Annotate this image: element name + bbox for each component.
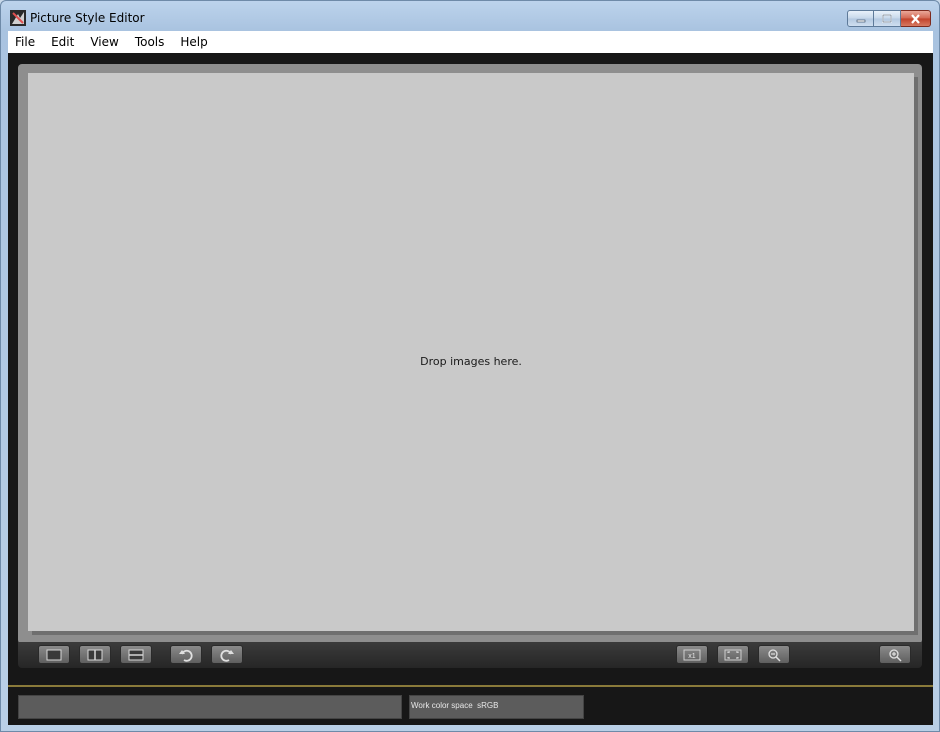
actual-size-icon: x1 bbox=[683, 649, 701, 660]
zoom-out-icon bbox=[768, 648, 781, 662]
zoom-in-button[interactable] bbox=[879, 645, 911, 664]
minimize-icon bbox=[856, 19, 865, 22]
actual-size-label: x1 bbox=[688, 653, 696, 660]
image-viewer-frame: Drop images here. bbox=[18, 64, 922, 644]
single-view-button[interactable] bbox=[38, 645, 70, 664]
image-drop-area[interactable]: Drop images here. bbox=[28, 73, 914, 631]
menu-view[interactable]: View bbox=[83, 35, 126, 49]
zoom-in-icon bbox=[889, 648, 902, 662]
rotate-right-button[interactable] bbox=[211, 645, 243, 664]
color-space-text: Work color space sRGB bbox=[411, 701, 499, 710]
app-window: Picture Style Editor File Edit View Tool… bbox=[0, 0, 940, 732]
top-bottom-view-button[interactable] bbox=[120, 645, 152, 664]
rotate-left-icon bbox=[179, 649, 193, 662]
top-bottom-view-icon bbox=[128, 649, 144, 660]
main-area: Drop images here. x1 Work color space sR… bbox=[8, 53, 933, 725]
title-bar[interactable]: Picture Style Editor bbox=[1, 1, 939, 31]
color-space-field: Work color space sRGB bbox=[409, 695, 584, 719]
side-by-side-view-button[interactable] bbox=[79, 645, 111, 664]
close-button[interactable] bbox=[901, 10, 931, 27]
menu-help[interactable]: Help bbox=[173, 35, 215, 49]
actual-size-button[interactable]: x1 bbox=[676, 645, 708, 664]
minimize-button[interactable] bbox=[847, 10, 874, 27]
menu-tools[interactable]: Tools bbox=[128, 35, 173, 49]
close-icon bbox=[911, 13, 920, 24]
zoom-out-button[interactable] bbox=[758, 645, 790, 664]
rotate-left-button[interactable] bbox=[170, 645, 202, 664]
menu-file[interactable]: File bbox=[8, 35, 43, 49]
fit-to-window-icon bbox=[724, 649, 742, 660]
single-view-icon bbox=[46, 649, 62, 660]
status-info-field bbox=[18, 695, 402, 719]
restore-icon bbox=[882, 14, 892, 23]
menu-edit[interactable]: Edit bbox=[44, 35, 82, 49]
restore-button[interactable] bbox=[874, 10, 901, 27]
app-icon bbox=[10, 10, 26, 26]
window-controls bbox=[847, 10, 931, 28]
menu-bar: File Edit View Tools Help bbox=[8, 31, 933, 53]
side-by-side-view-icon bbox=[87, 649, 103, 660]
window-title: Picture Style Editor bbox=[30, 11, 145, 25]
viewer-toolbar: x1 bbox=[18, 642, 922, 668]
status-divider bbox=[8, 685, 933, 687]
fit-to-window-button[interactable] bbox=[717, 645, 749, 664]
rotate-right-icon bbox=[220, 649, 234, 662]
drop-placeholder-text: Drop images here. bbox=[420, 355, 522, 368]
